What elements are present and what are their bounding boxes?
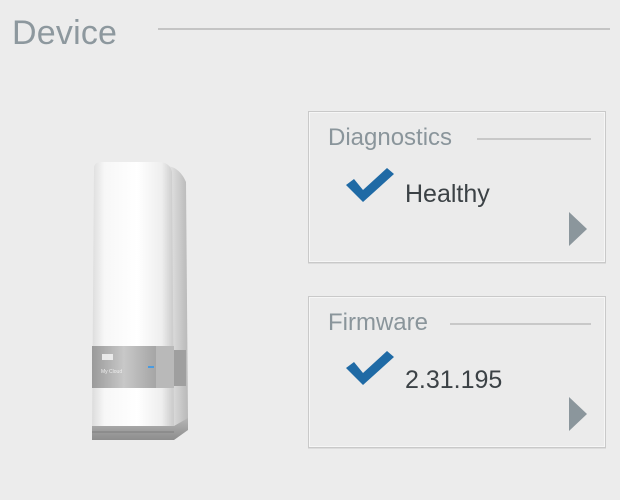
firmware-divider — [450, 323, 591, 325]
checkmark-icon — [346, 168, 394, 202]
diagnostics-status: Healthy — [405, 180, 490, 208]
device-panel: Device My Cloud Diagnostics Healthy Firm… — [0, 0, 620, 500]
diagnostics-card[interactable]: Diagnostics Healthy — [308, 111, 606, 263]
diagnostics-title: Diagnostics — [328, 124, 453, 151]
device-image: My Cloud — [88, 160, 200, 442]
section-title: Device — [12, 14, 118, 52]
firmware-title: Firmware — [328, 309, 428, 336]
checkmark-icon — [346, 351, 394, 385]
firmware-card[interactable]: Firmware 2.31.195 — [308, 296, 606, 448]
diagnostics-divider — [477, 138, 591, 140]
arrow-right-icon[interactable] — [569, 397, 587, 431]
device-model-text: My Cloud — [101, 369, 122, 375]
firmware-version: 2.31.195 — [405, 366, 503, 394]
section-divider — [158, 28, 610, 30]
arrow-right-icon[interactable] — [569, 212, 587, 246]
